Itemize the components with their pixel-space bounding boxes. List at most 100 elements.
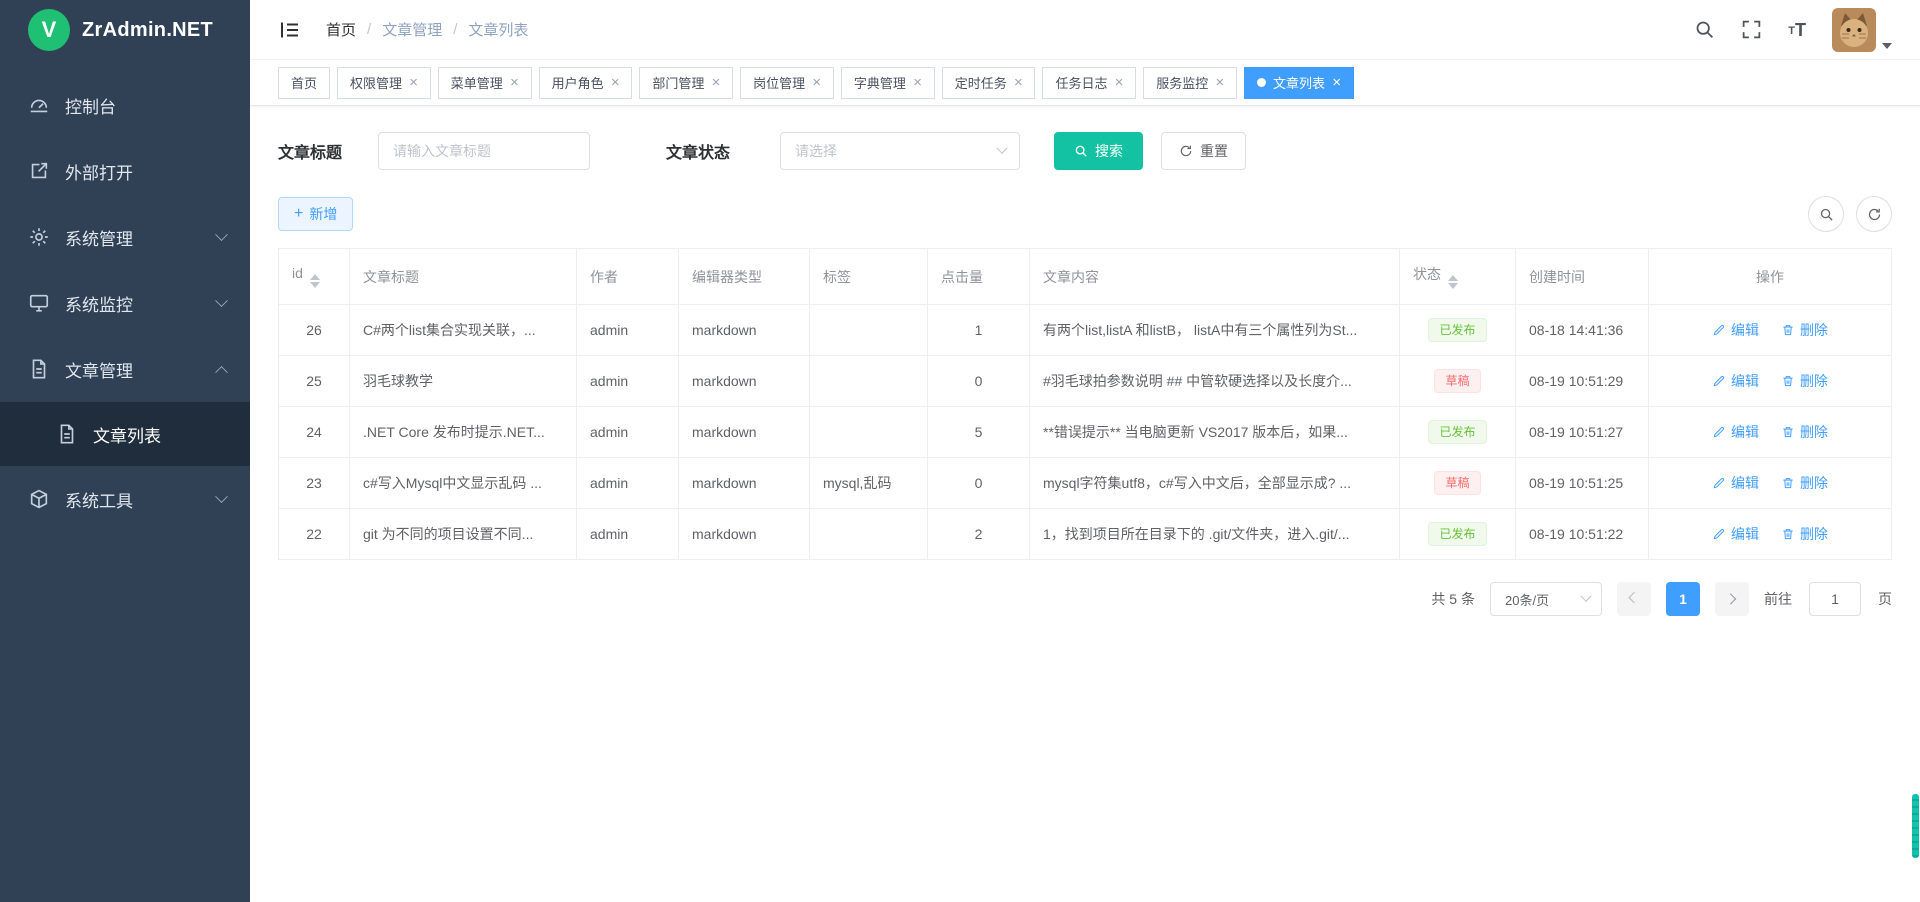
tab-service-monitor[interactable]: 服务监控× [1143,67,1237,99]
goto-page-input[interactable] [1809,582,1861,616]
cell-status: 已发布 [1400,407,1516,458]
pagination-total: 共 5 条 [1431,589,1475,609]
add-button[interactable]: + 新增 [278,197,353,231]
cell-content: 1，找到项目所在目录下的 .git/文件夹，进入.git/... [1030,509,1400,560]
cell-clicks: 5 [928,407,1030,458]
tab-close-icon[interactable]: × [409,75,418,90]
col-id[interactable]: id [279,249,350,305]
breadcrumb-separator: / [367,21,371,38]
scrollbar-thumb[interactable] [1912,794,1919,858]
goto-label: 前往 [1764,589,1792,609]
filter-form: 文章标题 文章状态 请选择 搜索 重置 [278,132,1892,170]
main-area: 首页 / 文章管理 / 文章列表 TT [250,0,1920,902]
cell-content: **错误提示** 当电脑更新 VS2017 版本后，如果... [1030,407,1400,458]
breadcrumb-item-home[interactable]: 首页 [326,19,356,40]
pagination: 共 5 条 20条/页 1 前往 页 [278,582,1892,616]
cell-author: admin [577,356,679,407]
fullscreen-icon[interactable] [1741,19,1762,40]
prev-page-button[interactable] [1617,582,1651,616]
col-clicks: 点击量 [928,249,1030,305]
toggle-search-button[interactable] [1808,196,1844,232]
tab-home[interactable]: 首页 [278,67,330,99]
tab-close-icon[interactable]: × [1215,75,1224,90]
tab-close-icon[interactable]: × [611,75,620,90]
chevron-down-icon [215,490,228,503]
table-row[interactable]: 23 c#写入Mysql中文显示乱码 ... admin markdown my… [279,458,1892,509]
tab-cron-task[interactable]: 定时任务× [942,67,1036,99]
cell-tags [810,509,928,560]
gear-icon [28,226,50,248]
table-row[interactable]: 22 git 为不同的项目设置不同... admin markdown 2 1，… [279,509,1892,560]
caret-down-icon[interactable] [1882,43,1892,49]
sidebar-item-label: 文章管理 [65,357,133,382]
cell-clicks: 0 [928,458,1030,509]
sidebar-menu: 控制台 外部打开 系统管理 系统监控 [0,60,250,532]
tab-task-log[interactable]: 任务日志× [1042,67,1136,99]
toolbar-right [1808,196,1892,232]
user-avatar[interactable] [1832,8,1876,52]
table-toolbar: + 新增 [278,196,1892,232]
page-size-select[interactable]: 20条/页 [1490,582,1602,616]
tab-close-icon[interactable]: × [1332,75,1341,90]
cell-clicks: 0 [928,356,1030,407]
delete-icon [1781,476,1795,490]
breadcrumb-item-article-admin[interactable]: 文章管理 [382,19,442,40]
col-status[interactable]: 状态 [1400,249,1516,305]
sidebar-item-external-open[interactable]: 外部打开 [0,138,250,204]
search-icon[interactable] [1694,19,1715,40]
sidebar-item-article-admin[interactable]: 文章管理 [0,336,250,402]
tab-close-icon[interactable]: × [1115,75,1124,90]
cell-title: c#写入Mysql中文显示乱码 ... [350,458,577,509]
article-title-input[interactable] [378,132,590,170]
edit-link[interactable]: 编辑 [1712,371,1759,391]
sidebar-collapse-icon[interactable] [278,18,302,42]
tab-close-icon[interactable]: × [913,75,922,90]
delete-link[interactable]: 删除 [1781,473,1828,493]
plus-icon: + [294,206,303,222]
page-number-active[interactable]: 1 [1666,582,1700,616]
table-row[interactable]: 26 C#两个list集合实现关联，... admin markdown 1 有… [279,305,1892,356]
search-button[interactable]: 搜索 [1054,132,1143,170]
article-title-label: 文章标题 [278,139,342,163]
cell-actions: 编辑 删除 [1649,305,1892,356]
tab-close-icon[interactable]: × [812,75,821,90]
edit-link[interactable]: 编辑 [1712,422,1759,442]
font-size-icon[interactable]: TT [1788,21,1806,39]
toolbox-icon [28,488,50,510]
cell-content: mysql字符集utf8，c#写入中文后，全部显示成? ... [1030,458,1400,509]
table-row[interactable]: 25 羽毛球教学 admin markdown 0 #羽毛球拍参数说明 ## 中… [279,356,1892,407]
reset-button[interactable]: 重置 [1161,132,1246,170]
tab-dict[interactable]: 字典管理× [841,67,935,99]
sidebar-item-article-list[interactable]: 文章列表 [0,402,250,466]
tab-department[interactable]: 部门管理× [639,67,733,99]
tabs-bar: 首页 权限管理× 菜单管理× 用户角色× 部门管理× 岗位管理× 字典管理× 定… [250,60,1920,106]
tab-close-icon[interactable]: × [711,75,720,90]
table-row[interactable]: 24 .NET Core 发布时提示.NET... admin markdown… [279,407,1892,458]
sidebar-item-label: 控制台 [65,93,116,118]
tab-user-role[interactable]: 用户角色× [539,67,633,99]
article-status-select[interactable]: 请选择 [780,132,1020,170]
tab-permission[interactable]: 权限管理× [337,67,431,99]
cell-author: admin [577,407,679,458]
edit-link[interactable]: 编辑 [1712,320,1759,340]
chevron-right-icon [1725,593,1736,604]
logo[interactable]: V ZrAdmin.NET [0,0,250,60]
edit-link[interactable]: 编辑 [1712,473,1759,493]
tab-close-icon[interactable]: × [510,75,519,90]
delete-link[interactable]: 删除 [1781,371,1828,391]
sidebar-item-dashboard[interactable]: 控制台 [0,72,250,138]
tab-post[interactable]: 岗位管理× [740,67,834,99]
next-page-button[interactable] [1715,582,1749,616]
sidebar-item-system-monitor[interactable]: 系统监控 [0,270,250,336]
tab-article-list[interactable]: 文章列表× [1244,67,1354,99]
tab-close-icon[interactable]: × [1014,75,1023,90]
tab-menu-admin[interactable]: 菜单管理× [438,67,532,99]
edit-link[interactable]: 编辑 [1712,524,1759,544]
delete-link[interactable]: 删除 [1781,320,1828,340]
delete-link[interactable]: 删除 [1781,524,1828,544]
sidebar-item-system-tools[interactable]: 系统工具 [0,466,250,532]
refresh-table-button[interactable] [1856,196,1892,232]
delete-link[interactable]: 删除 [1781,422,1828,442]
user-menu[interactable] [1832,8,1892,52]
sidebar-item-system-admin[interactable]: 系统管理 [0,204,250,270]
